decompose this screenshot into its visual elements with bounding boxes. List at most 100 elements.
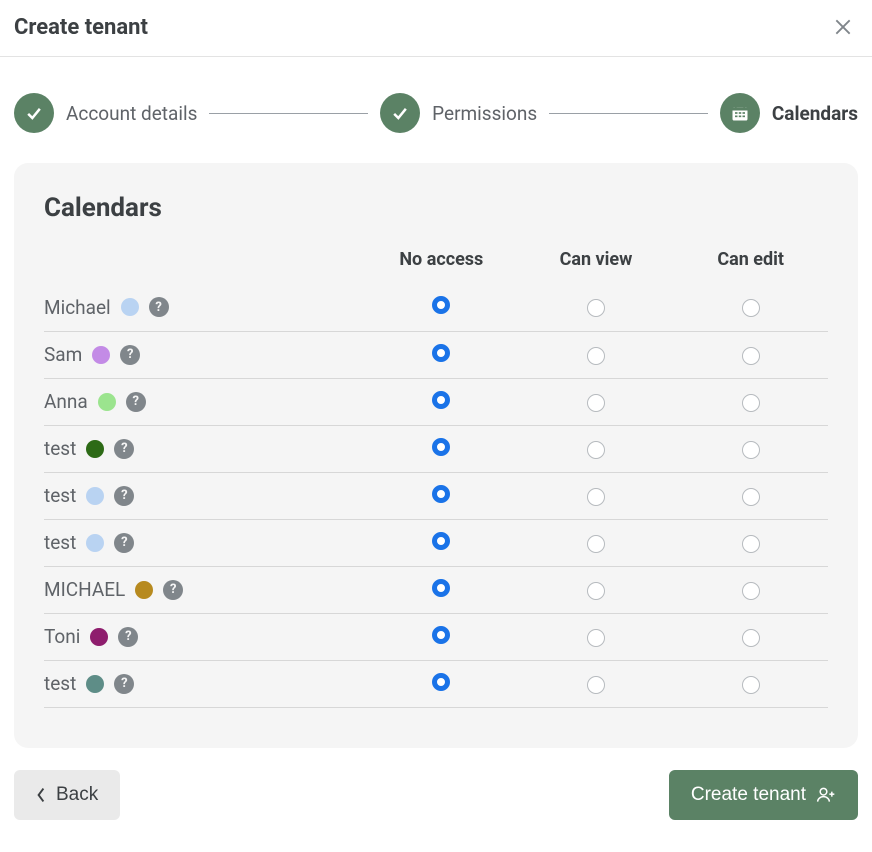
check-icon (380, 93, 420, 133)
dialog-header: Create tenant (0, 0, 872, 57)
access-radio-can-view[interactable] (587, 535, 605, 553)
column-header-can-view: Can view (519, 249, 674, 284)
access-cell (364, 425, 519, 472)
step-connector (549, 113, 708, 114)
create-tenant-button-label: Create tenant (691, 784, 806, 806)
help-icon[interactable]: ? (114, 439, 134, 459)
calendar-name: Toni (44, 625, 80, 648)
access-radio-can-edit[interactable] (742, 676, 760, 694)
calendars-card: Calendars No access Can view Can edit Mi… (14, 163, 858, 748)
table-row: Michael? (44, 284, 828, 331)
access-radio-no-access[interactable] (432, 296, 450, 314)
access-cell (364, 660, 519, 707)
access-radio-no-access[interactable] (432, 344, 450, 362)
calendar-name-cell: MICHAEL? (44, 566, 364, 613)
access-cell (519, 519, 674, 566)
access-cell (673, 472, 828, 519)
access-radio-no-access[interactable] (432, 391, 450, 409)
access-radio-no-access[interactable] (432, 485, 450, 503)
access-radio-no-access[interactable] (432, 673, 450, 691)
close-button[interactable] (828, 12, 858, 42)
step-label: Calendars (772, 102, 858, 125)
color-dot-icon (98, 393, 116, 411)
column-header-no-access: No access (364, 249, 519, 284)
access-radio-can-edit[interactable] (742, 582, 760, 600)
help-icon[interactable]: ? (114, 533, 134, 553)
access-cell (364, 284, 519, 331)
calendar-name: test (44, 672, 76, 695)
help-icon[interactable]: ? (118, 627, 138, 647)
back-button-label: Back (56, 784, 98, 806)
calendar-name-cell: test? (44, 425, 364, 472)
help-icon[interactable]: ? (114, 674, 134, 694)
access-radio-can-view[interactable] (587, 299, 605, 317)
create-tenant-dialog: Create tenant Account details Permission… (0, 0, 872, 840)
color-dot-icon (86, 534, 104, 552)
help-icon[interactable]: ? (126, 392, 146, 412)
access-cell (519, 284, 674, 331)
access-radio-no-access[interactable] (432, 532, 450, 550)
access-cell (364, 519, 519, 566)
access-cell (364, 378, 519, 425)
access-radio-can-view[interactable] (587, 394, 605, 412)
access-cell (519, 613, 674, 660)
access-cell (519, 472, 674, 519)
step-label: Account details (66, 102, 197, 125)
access-radio-can-edit[interactable] (742, 629, 760, 647)
access-cell (519, 660, 674, 707)
access-cell (364, 331, 519, 378)
create-tenant-button[interactable]: Create tenant (669, 770, 858, 820)
access-radio-can-edit[interactable] (742, 535, 760, 553)
access-radio-can-edit[interactable] (742, 488, 760, 506)
calendar-name: Sam (44, 343, 82, 366)
access-radio-can-view[interactable] (587, 676, 605, 694)
card-title: Calendars (44, 193, 828, 223)
help-icon[interactable]: ? (163, 580, 183, 600)
access-radio-can-view[interactable] (587, 441, 605, 459)
check-icon (14, 93, 54, 133)
access-radio-can-view[interactable] (587, 582, 605, 600)
step-permissions[interactable]: Permissions (380, 93, 537, 133)
access-radio-no-access[interactable] (432, 579, 450, 597)
calendar-name: test (44, 531, 76, 554)
calendar-name: Anna (44, 390, 88, 413)
access-cell (364, 613, 519, 660)
access-radio-can-view[interactable] (587, 629, 605, 647)
access-radio-can-view[interactable] (587, 347, 605, 365)
table-row: test? (44, 472, 828, 519)
access-radio-can-view[interactable] (587, 488, 605, 506)
column-header-can-edit: Can edit (673, 249, 828, 284)
access-cell (673, 284, 828, 331)
access-radio-no-access[interactable] (432, 626, 450, 644)
help-icon[interactable]: ? (149, 297, 169, 317)
step-connector (209, 113, 368, 114)
color-dot-icon (121, 298, 139, 316)
help-icon[interactable]: ? (114, 486, 134, 506)
table-row: MICHAEL? (44, 566, 828, 613)
access-radio-can-edit[interactable] (742, 394, 760, 412)
table-row: test? (44, 425, 828, 472)
access-cell (519, 378, 674, 425)
access-radio-no-access[interactable] (432, 438, 450, 456)
step-account-details[interactable]: Account details (14, 93, 197, 133)
user-plus-icon (816, 785, 836, 805)
table-row: test? (44, 519, 828, 566)
access-radio-can-edit[interactable] (742, 299, 760, 317)
close-icon (833, 17, 853, 37)
dialog-footer: Back Create tenant (0, 748, 872, 840)
calendar-name-cell: test? (44, 660, 364, 707)
help-icon[interactable]: ? (120, 345, 140, 365)
calendars-table: No access Can view Can edit Michael?Sam?… (44, 249, 828, 708)
chevron-left-icon (36, 787, 46, 803)
color-dot-icon (90, 628, 108, 646)
access-radio-can-edit[interactable] (742, 441, 760, 459)
calendar-name-cell: Sam? (44, 331, 364, 378)
access-cell (673, 519, 828, 566)
table-row: test? (44, 660, 828, 707)
table-row: Anna? (44, 378, 828, 425)
access-cell (364, 566, 519, 613)
step-calendars[interactable]: Calendars (720, 93, 858, 133)
back-button[interactable]: Back (14, 770, 120, 820)
column-header-name (44, 249, 364, 284)
access-radio-can-edit[interactable] (742, 347, 760, 365)
